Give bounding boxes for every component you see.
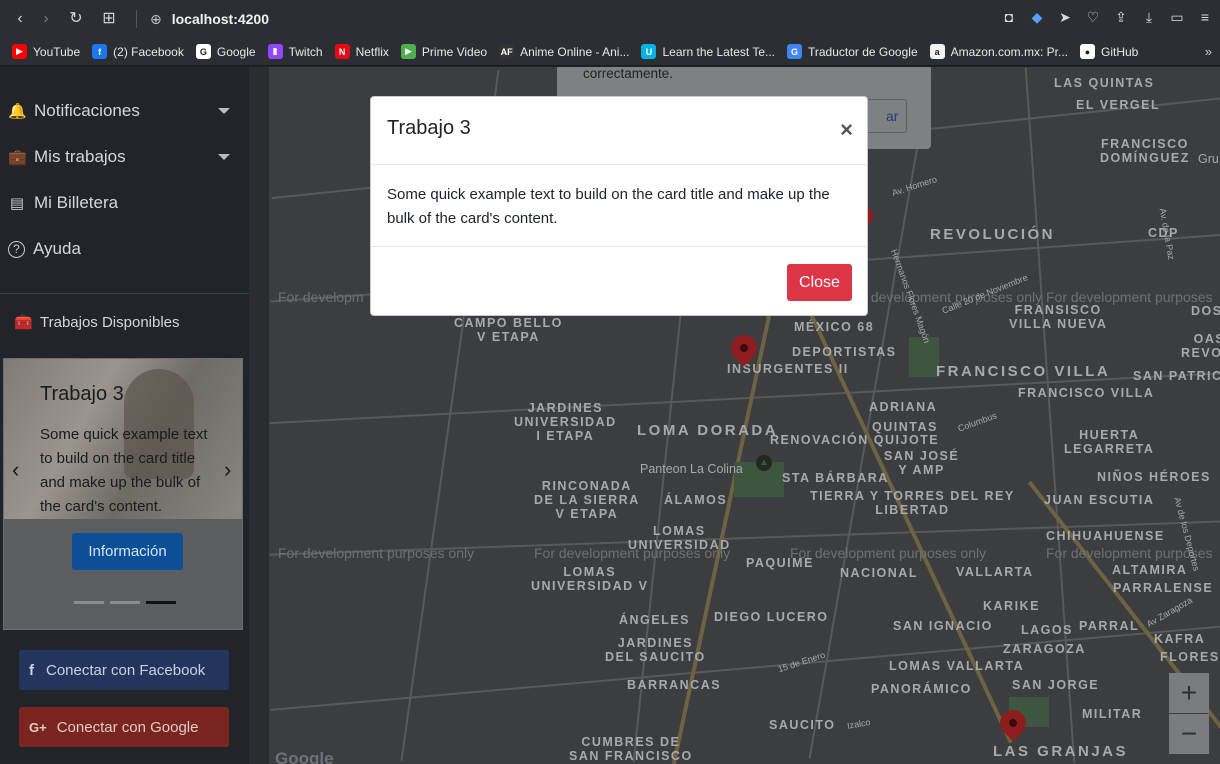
bookmark-label: (2) Facebook xyxy=(113,44,184,59)
netflix-icon: N xyxy=(334,44,350,59)
bookmark-label: Twitch xyxy=(288,44,323,59)
modal-body: Some quick example text to build on the … xyxy=(387,186,830,227)
bookmark-item[interactable]: U Learn the Latest Te... xyxy=(641,44,775,59)
bookmarks-more-icon[interactable]: » xyxy=(1205,44,1212,59)
download-icon[interactable]: ⤓ xyxy=(1140,9,1158,26)
bookmark-item[interactable]: ▶ YouTube xyxy=(12,44,80,59)
bookmark-label: Traductor de Google xyxy=(808,44,918,59)
bookmark-item[interactable]: G Google xyxy=(195,44,256,59)
bookmark-label: Learn the Latest Te... xyxy=(662,44,775,59)
youtube-icon: ▶ xyxy=(12,44,27,59)
amazon-icon: a xyxy=(929,44,945,59)
modal-header: Trabajo 3 × xyxy=(371,97,867,165)
facebook-icon: f xyxy=(92,44,108,59)
tabs-grid-icon[interactable]: ⊞ xyxy=(99,9,119,29)
bookmark-label: Netflix xyxy=(355,44,389,59)
close-icon[interactable]: × xyxy=(840,117,853,143)
bookmark-label: Google xyxy=(216,44,256,59)
bookmark-item[interactable]: G Traductor de Google xyxy=(787,44,918,59)
job-modal: Trabajo 3 × Some quick example text to b… xyxy=(370,96,868,316)
forward-icon[interactable]: › xyxy=(36,9,56,29)
address-bar[interactable]: ⊕ localhost:4200 xyxy=(150,8,269,30)
camera-icon[interactable]: ◘ xyxy=(1000,9,1018,26)
google-icon: G xyxy=(195,44,211,59)
anime-icon: AF xyxy=(499,44,515,59)
globe-icon: ⊕ xyxy=(150,10,162,27)
battery-icon[interactable]: ▭ xyxy=(1168,9,1186,26)
bookmark-item[interactable]: N Netflix xyxy=(334,44,389,59)
share-icon[interactable]: ⇪ xyxy=(1112,9,1130,26)
heart-icon[interactable]: ♡ xyxy=(1084,9,1102,26)
bookmark-item[interactable]: f (2) Facebook xyxy=(92,44,184,59)
close-button[interactable]: Close xyxy=(787,264,852,301)
bookmark-item[interactable]: a Amazon.com.mx: Pr... xyxy=(929,44,1068,59)
github-icon: ● xyxy=(1080,44,1095,59)
modal-footer: Close xyxy=(371,246,867,316)
bookmark-label: Prime Video xyxy=(421,44,488,59)
bookmark-label: Anime Online - Ani... xyxy=(520,44,630,59)
shield-icon[interactable]: ◆ xyxy=(1028,9,1046,26)
bookmark-item[interactable]: AF Anime Online - Ani... xyxy=(499,44,629,59)
modal-title: Trabajo 3 xyxy=(387,117,471,139)
bookmark-item[interactable]: ▶ Prime Video xyxy=(400,44,488,59)
toolbar-actions: ◘ ◆ ➤ ♡ ⇪ ⤓ ▭ ≡ xyxy=(1000,9,1214,26)
url-text[interactable]: localhost:4200 xyxy=(172,11,269,27)
reload-icon[interactable]: ↻ xyxy=(66,9,86,29)
bookmark-label: YouTube xyxy=(33,44,81,59)
bookmark-item[interactable]: ● GitHub xyxy=(1080,44,1138,59)
bookmarks-bar: ▶ YouTube f (2) Facebook G Google ▮ Twitch N Netf… xyxy=(0,38,1220,66)
udacity-icon: U xyxy=(641,44,657,59)
browser-toolbar: ‹ › ↻ ⊞ ⊕ localhost:4200 ◘ ◆ ➤ ♡ ⇪ ⤓ ▭ ≡ xyxy=(0,0,1220,38)
send-icon[interactable]: ➤ xyxy=(1056,9,1074,26)
prime-video-icon: ▶ xyxy=(400,44,416,59)
bookmark-label: Amazon.com.mx: Pr... xyxy=(950,44,1068,59)
twitch-icon: ▮ xyxy=(267,44,283,59)
bookmark-label: GitHub xyxy=(1101,44,1139,59)
menu-icon[interactable]: ≡ xyxy=(1196,9,1214,26)
translate-icon: G xyxy=(787,44,802,59)
bookmark-item[interactable]: ▮ Twitch xyxy=(267,44,323,59)
back-icon[interactable]: ‹ xyxy=(10,9,30,29)
